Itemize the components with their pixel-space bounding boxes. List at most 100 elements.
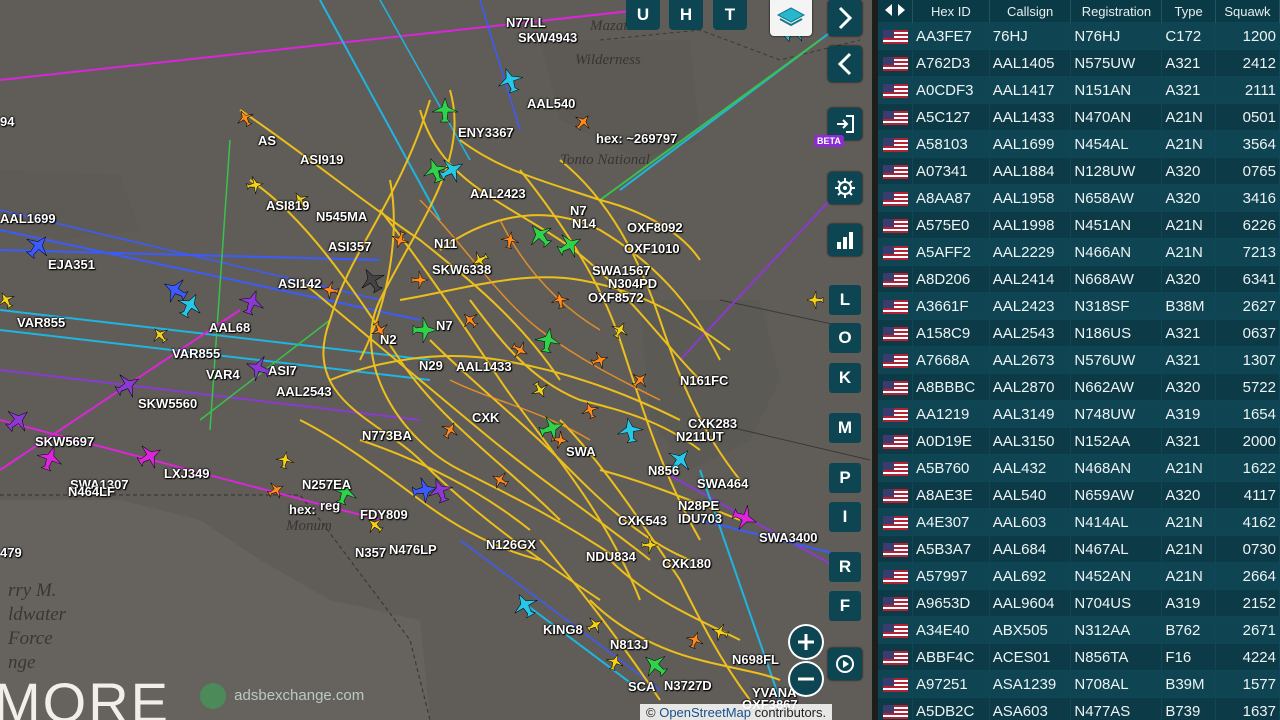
letter-button-k[interactable]: K — [829, 363, 861, 393]
map-view[interactable]: Mazatzal Wilderness Tonto National rry M… — [0, 0, 872, 720]
aircraft-label[interactable]: LXJ349 — [164, 466, 210, 481]
aircraft-label[interactable]: hex: ~269797 — [596, 131, 677, 146]
aircraft-label[interactable]: N28PE — [678, 498, 719, 513]
u-button[interactable]: U — [626, 0, 660, 30]
aircraft-label[interactable]: ENY3367 — [458, 125, 514, 140]
osm-link[interactable]: OpenStreetMap — [659, 705, 751, 720]
table-row[interactable]: A9653D AAL9604 N704US A319 2152 — [878, 589, 1280, 617]
aircraft-label[interactable]: N7 — [436, 318, 453, 333]
aircraft-label[interactable]: N464LF — [68, 484, 115, 499]
aircraft-label[interactable]: OXF1010 — [624, 241, 680, 256]
aircraft-label[interactable]: N773BA — [362, 428, 412, 443]
column-header-callsign[interactable]: Callsign — [989, 0, 1072, 23]
aircraft-label[interactable]: N161FC — [680, 373, 728, 388]
aircraft-label[interactable]: CXK543 — [618, 513, 667, 528]
h-button[interactable]: H — [669, 0, 703, 30]
aircraft-label[interactable]: N211UT — [676, 429, 724, 444]
aircraft-label[interactable]: SCA — [628, 679, 655, 694]
aircraft-label[interactable]: N257EA — [302, 477, 351, 492]
letter-button-r[interactable]: R — [829, 552, 861, 582]
table-row[interactable]: A8AA87 AAL1958 N658AW A320 3416 — [878, 184, 1280, 212]
aircraft-label[interactable]: VAR4 — [206, 367, 240, 382]
aircraft-label[interactable]: KING8 — [543, 622, 583, 637]
column-header-type[interactable]: Type — [1161, 0, 1216, 23]
table-row[interactable]: A5B3A7 AAL684 N467AL A21N 0730 — [878, 535, 1280, 563]
aircraft-label[interactable]: N545MA — [316, 209, 367, 224]
table-row[interactable]: A5DB2C ASA603 N477AS B739 1637 — [878, 697, 1280, 720]
table-row[interactable]: A97251 ASA1239 N708AL B39M 1577 — [878, 670, 1280, 698]
aircraft-label[interactable]: N856 — [648, 463, 679, 478]
aircraft-label[interactable]: 94 — [0, 114, 14, 129]
aircraft-label[interactable]: AAL2423 — [470, 186, 526, 201]
aircraft-label[interactable]: ASI7 — [268, 363, 297, 378]
table-row[interactable]: A58103 AAL1699 N454AL A21N 3564 — [878, 130, 1280, 158]
letter-button-l[interactable]: L — [829, 285, 861, 315]
zoom-out-button[interactable] — [790, 663, 822, 695]
table-row[interactable]: A575E0 AAL1998 N451AN A21N 6226 — [878, 211, 1280, 239]
table-row[interactable]: A8BBBC AAL2870 N662AW A320 5722 — [878, 373, 1280, 401]
aircraft-label[interactable]: VAR855 — [172, 346, 220, 361]
aircraft-label[interactable]: N304PD — [608, 276, 657, 291]
aircraft-label[interactable]: FDY809 — [360, 507, 408, 522]
aircraft-label[interactable]: OXF8092 — [627, 220, 683, 235]
aircraft-label[interactable]: SWA — [566, 444, 596, 459]
aircraft-label[interactable]: SKW5697 — [35, 434, 94, 449]
aircraft-label[interactable]: VAR855 — [17, 315, 65, 330]
adsbexchange-logo[interactable]: adsbexchange.com — [200, 683, 364, 709]
aircraft-label[interactable]: SWA3400 — [759, 530, 818, 545]
expand-right-button[interactable] — [828, 0, 862, 36]
table-row[interactable]: A34E40 ABX505 N312AA B762 2671 — [878, 616, 1280, 644]
letter-button-i[interactable]: I — [829, 502, 861, 532]
table-row[interactable]: A7668A AAL2673 N576UW A321 1307 — [878, 346, 1280, 374]
table-row[interactable]: A57997 AAL692 N452AN A21N 2664 — [878, 562, 1280, 590]
table-row[interactable]: A0D19E AAL3150 N152AA A321 2000 — [878, 427, 1280, 455]
settings-button[interactable] — [828, 172, 862, 204]
column-header-registration[interactable]: Registration — [1070, 0, 1163, 23]
aircraft-label[interactable]: ASI142 — [278, 276, 321, 291]
letter-button-o[interactable]: O — [829, 323, 861, 353]
table-row[interactable]: A5AFF2 AAL2229 N466AN A21N 7213 — [878, 238, 1280, 266]
table-header-toggle[interactable] — [878, 0, 913, 23]
layers-button[interactable] — [770, 0, 812, 36]
aircraft-label[interactable]: ASI357 — [328, 239, 371, 254]
aircraft-label[interactable]: N3727D — [664, 678, 712, 693]
table-row[interactable]: A8D206 AAL2414 N668AW A320 6341 — [878, 265, 1280, 293]
aircraft-label[interactable]: AAL1699 — [0, 211, 56, 226]
collapse-left-button[interactable] — [828, 46, 862, 82]
filter-button[interactable] — [828, 224, 862, 256]
table-row[interactable]: A4E307 AAL603 N414AL A21N 4162 — [878, 508, 1280, 536]
table-row[interactable]: A0CDF3 AAL1417 N151AN A321 2111 — [878, 76, 1280, 104]
aircraft-label[interactable]: 479 — [0, 545, 22, 560]
table-row[interactable]: A5B760 AAL432 N468AN A21N 1622 — [878, 454, 1280, 482]
aircraft-label[interactable]: SWA464 — [697, 476, 748, 491]
table-row[interactable]: AA1219 AAL3149 N748UW A319 1654 — [878, 400, 1280, 428]
aircraft-label[interactable]: NDU834 — [586, 549, 636, 564]
aircraft-label[interactable]: CXK180 — [662, 556, 711, 571]
aircraft-label[interactable]: N2 — [380, 332, 397, 347]
aircraft-label[interactable]: AS — [258, 133, 276, 148]
table-row[interactable]: A07341 AAL1884 N128UW A320 0765 — [878, 157, 1280, 185]
table-row[interactable]: A762D3 AAL1405 N575UW A321 2412 — [878, 49, 1280, 77]
table-row[interactable]: A5C127 AAL1433 N470AN A21N 0501 — [878, 103, 1280, 131]
letter-button-p[interactable]: P — [829, 463, 861, 493]
aircraft-label[interactable]: AAL2543 — [276, 384, 332, 399]
aircraft-label[interactable]: ASI919 — [300, 152, 343, 167]
aircraft-label[interactable]: N813J — [610, 637, 648, 652]
table-row[interactable]: A158C9 AAL2543 N186US A321 0637 — [878, 319, 1280, 347]
letter-button-m[interactable]: M — [829, 413, 861, 443]
aircraft-label[interactable]: SKW4943 — [518, 30, 577, 45]
column-header-hex-id[interactable]: Hex ID — [912, 0, 990, 23]
aircraft-label[interactable]: ASI819 — [266, 198, 309, 213]
aircraft-label[interactable]: hex: — [289, 502, 316, 517]
aircraft-label[interactable]: SKW6338 — [432, 262, 491, 277]
aircraft-label[interactable]: EJA351 — [48, 257, 95, 272]
letter-button-f[interactable]: F — [829, 591, 861, 621]
aircraft-label[interactable]: AAL1433 — [456, 359, 512, 374]
table-row[interactable]: AA3FE7 76HJ N76HJ C172 1200 — [878, 22, 1280, 50]
aircraft-label[interactable]: N77LL — [506, 15, 546, 30]
table-row[interactable]: A8AE3E AAL540 N659AW A320 4117 — [878, 481, 1280, 509]
aircraft-label[interactable]: N29 — [419, 358, 443, 373]
aircraft-label[interactable]: OXF8572 — [588, 290, 644, 305]
table-row[interactable]: A3661F AAL2423 N318SF B38M 2627 — [878, 292, 1280, 320]
aircraft-label[interactable]: reg — [320, 498, 340, 513]
